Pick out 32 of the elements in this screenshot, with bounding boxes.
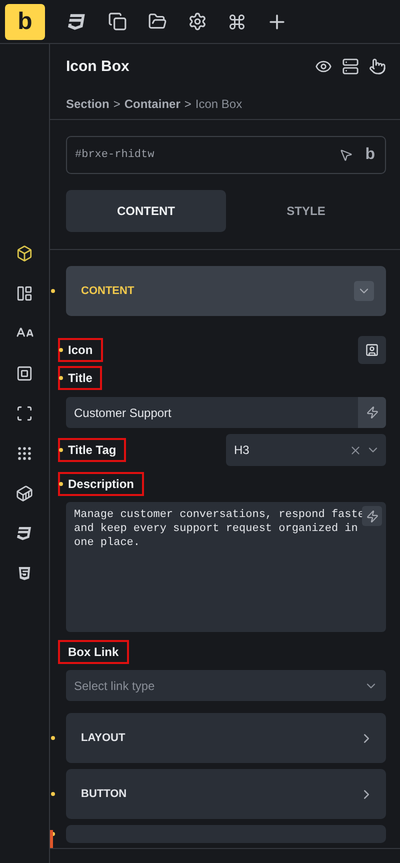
field-label: Title Tag: [58, 438, 126, 462]
panel-tab[interactable]: STYLE: [226, 190, 386, 232]
title-input[interactable]: Customer Support: [66, 397, 386, 428]
section-header[interactable]: CONTENT: [66, 266, 386, 316]
section-header[interactable]: LAYOUT: [66, 713, 386, 763]
active-indicator: [50, 830, 53, 848]
panel-title: Icon Box: [66, 58, 130, 75]
field-label: Box Link: [58, 640, 129, 664]
field-label: Description: [58, 472, 144, 496]
breadcrumb-item[interactable]: Icon Box: [195, 97, 242, 111]
dynamic-data-icon[interactable]: [362, 506, 382, 526]
field-label: Icon: [58, 338, 103, 362]
clear-icon: [349, 444, 362, 456]
dynamic-data-icon[interactable]: [358, 397, 386, 428]
panel-tab[interactable]: CONTENT: [66, 190, 226, 232]
breadcrumb-item[interactable]: Container: [124, 97, 180, 111]
breadcrumb-separator: >: [184, 97, 192, 111]
server-icon[interactable]: [342, 58, 359, 75]
element-id-field[interactable]: #brxe-rhidtw b: [66, 136, 386, 174]
cursor-icon: [339, 148, 354, 162]
section-header[interactable]: BUTTON: [66, 769, 386, 819]
title-tag-select[interactable]: H3: [226, 434, 386, 466]
eye-icon[interactable]: [315, 58, 332, 75]
breadcrumb-separator: >: [113, 97, 120, 111]
brand-letter: b: [365, 146, 375, 164]
field-label: Title: [58, 366, 102, 390]
icon-picker-button[interactable]: [358, 336, 386, 364]
pointer-icon[interactable]: [369, 58, 386, 75]
link-type-select[interactable]: Select link type: [66, 670, 386, 701]
id-card-icon[interactable]: [365, 343, 379, 357]
logo[interactable]: b: [5, 4, 45, 40]
breadcrumb-item[interactable]: Section: [66, 97, 110, 111]
